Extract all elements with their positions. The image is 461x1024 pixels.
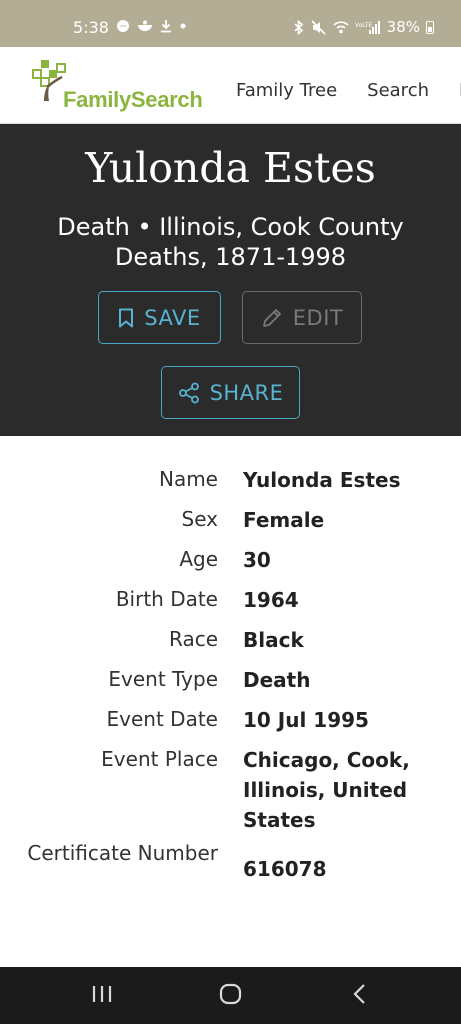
recent-apps-icon[interactable]	[91, 983, 113, 1005]
detail-label: Birth Date	[115, 587, 218, 611]
familysearch-logo[interactable]: FamilySearch	[32, 57, 212, 113]
logo-text: FamilySearch	[63, 87, 203, 112]
edit-button[interactable]: EDIT	[242, 291, 362, 344]
detail-label: Event Type	[108, 667, 218, 691]
pencil-icon	[262, 308, 281, 327]
battery-icon	[426, 20, 434, 34]
detail-row-birth-date: Birth Date 1964	[0, 585, 461, 615]
detail-row-certificate-number: Certificate Number 616078	[0, 839, 461, 884]
share-label: SHARE	[209, 380, 284, 405]
detail-label: Event Date	[106, 707, 218, 731]
app-header: FamilySearch Family Tree Search M	[0, 47, 461, 124]
save-button[interactable]: SAVE	[98, 291, 221, 344]
detail-value: 10 Jul 1995	[243, 708, 369, 732]
bluetooth-icon	[294, 19, 303, 35]
detail-value: Chicago, Cook, Illinois, United States	[243, 748, 410, 832]
dot-icon	[180, 23, 186, 29]
edit-label: EDIT	[292, 305, 344, 330]
bowl-icon	[138, 20, 152, 31]
status-time: 5:38	[73, 18, 109, 37]
wifi-icon	[333, 20, 349, 33]
detail-row-name: Name Yulonda Estes	[0, 465, 461, 495]
back-icon[interactable]	[350, 983, 370, 1005]
record-collection: Death • Illinois, Cook County Deaths, 18…	[57, 213, 404, 271]
detail-row-race: Race Black	[0, 625, 461, 655]
download-icon	[161, 20, 171, 33]
detail-value: Black	[243, 628, 304, 652]
detail-row-sex: Sex Female	[0, 505, 461, 535]
notification-icons	[116, 19, 187, 33]
detail-row-event-place: Event Place Chicago, Cook, Illinois, Uni…	[0, 745, 461, 835]
detail-row-event-type: Event Type Death	[0, 665, 461, 695]
detail-row-event-date: Event Date 10 Jul 1995	[0, 705, 461, 735]
battery-percent: 38%	[386, 18, 420, 36]
detail-value: Death	[243, 668, 311, 692]
detail-label: Event Place	[101, 747, 218, 771]
home-icon[interactable]	[219, 983, 243, 1005]
save-label: SAVE	[144, 305, 201, 330]
detail-value: 30	[243, 548, 271, 572]
nav-search[interactable]: Search	[367, 80, 429, 101]
detail-label: Age	[179, 547, 218, 571]
detail-label: Certificate Number	[27, 841, 218, 865]
mute-icon	[311, 19, 326, 35]
share-button[interactable]: SHARE	[161, 366, 300, 419]
messenger-icon	[117, 20, 129, 32]
detail-label: Name	[158, 467, 218, 491]
record-header: Yulonda Estes Death • Illinois, Cook Cou…	[0, 124, 461, 436]
status-bar: 5:38 VoLTE 38%	[0, 0, 461, 47]
detail-label: Race	[168, 627, 218, 651]
nav-family-tree[interactable]: Family Tree	[236, 80, 337, 101]
signal-icon: VoLTE	[355, 20, 380, 34]
detail-label: Sex	[181, 507, 218, 531]
bookmark-icon	[119, 308, 134, 327]
detail-value: Female	[243, 508, 325, 532]
top-nav: Family Tree Search M	[236, 80, 461, 101]
detail-value: 616078	[243, 857, 327, 881]
detail-row-age: Age 30	[0, 545, 461, 575]
system-nav-bar	[0, 967, 461, 1024]
detail-value: Yulonda Estes	[243, 468, 401, 492]
detail-value: 1964	[243, 588, 299, 612]
system-icons: VoLTE 38%	[293, 18, 434, 36]
page-title: Yulonda Estes	[85, 144, 376, 192]
share-icon	[178, 382, 199, 403]
svg-text:VoLTE: VoLTE	[355, 22, 372, 29]
